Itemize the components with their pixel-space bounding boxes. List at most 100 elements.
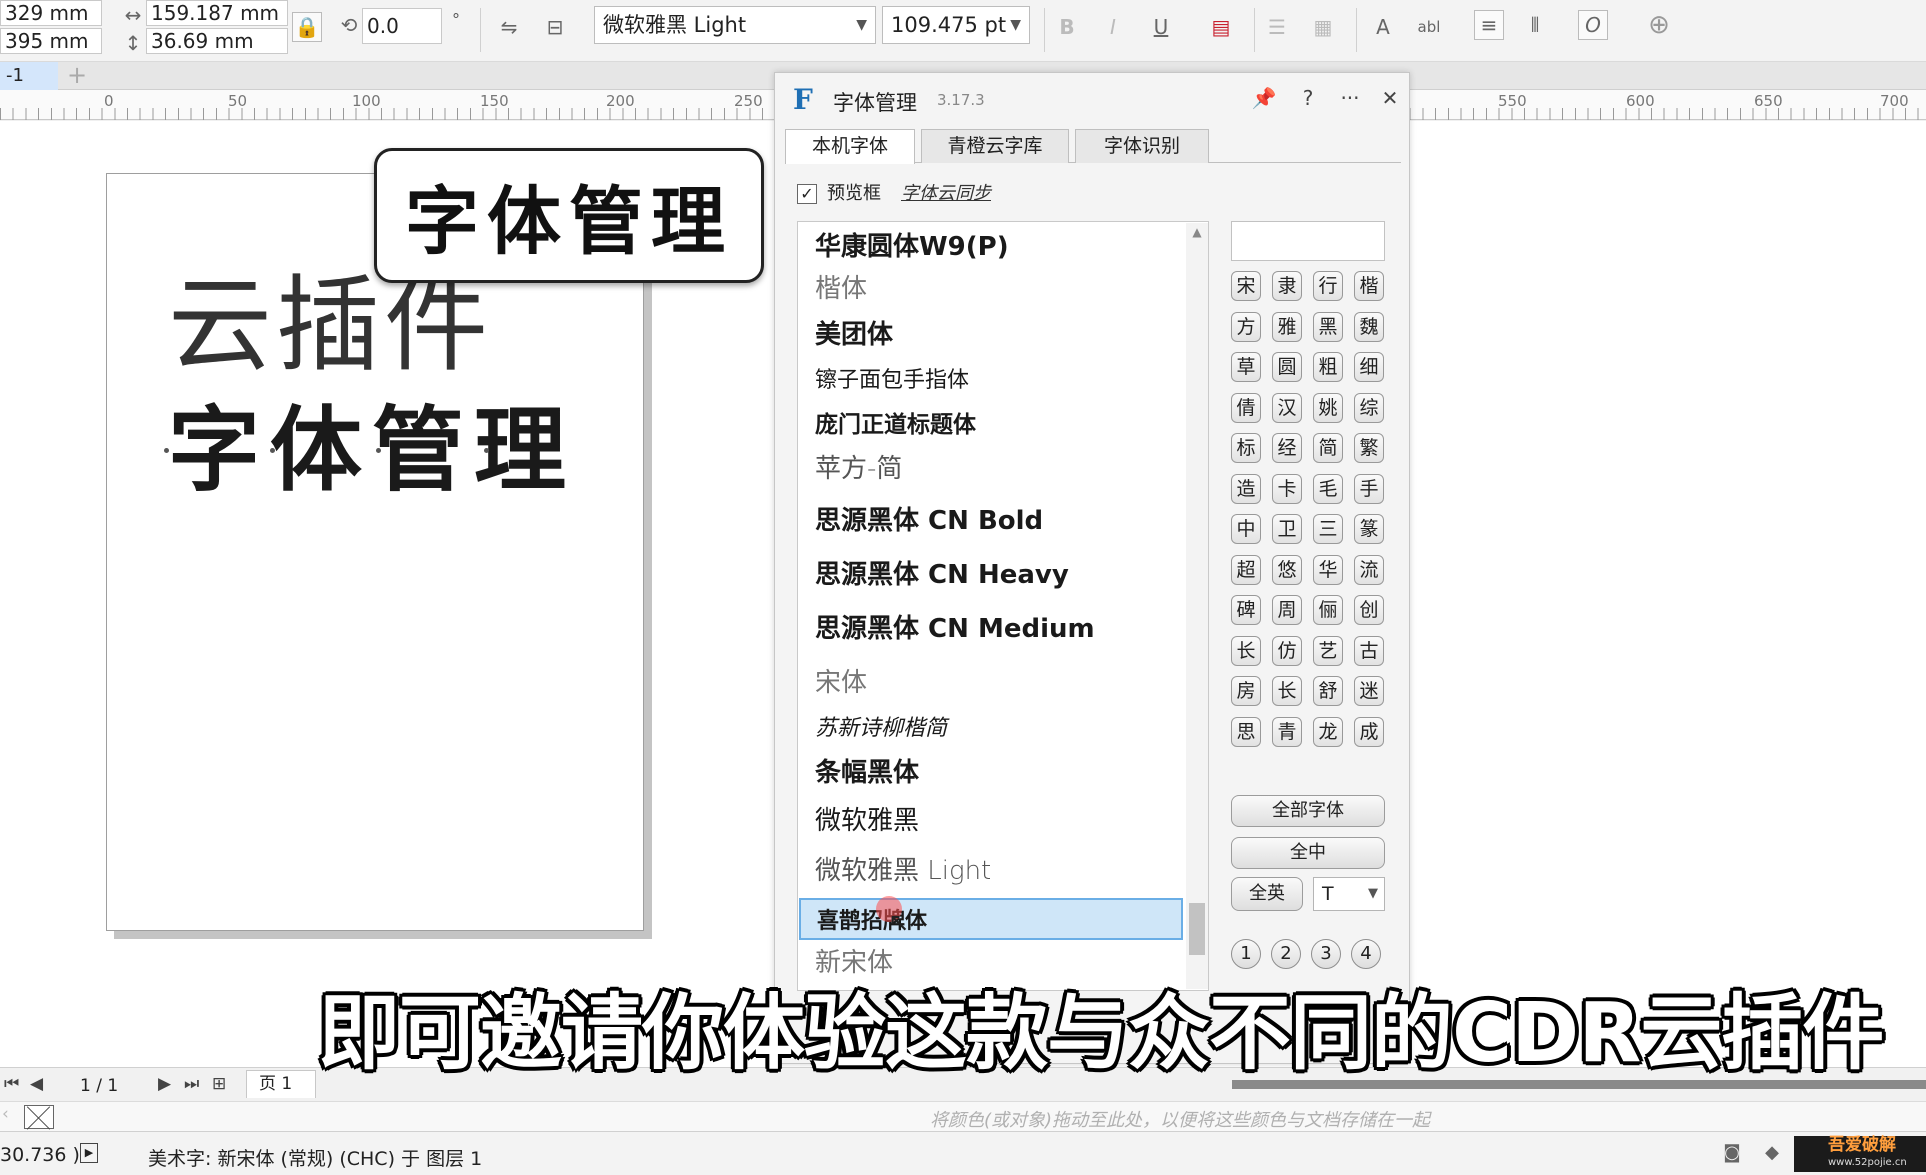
category-button[interactable]: 简 xyxy=(1313,433,1343,463)
category-button[interactable]: 三 xyxy=(1313,514,1343,544)
all-fonts-button[interactable]: 全部字体 xyxy=(1231,795,1385,827)
camera-icon[interactable]: ◙ xyxy=(1720,1142,1744,1166)
category-button[interactable]: 艺 xyxy=(1313,635,1343,666)
category-button[interactable]: 圆 xyxy=(1272,352,1302,382)
text-color-icon[interactable]: ▤ xyxy=(1206,12,1236,42)
category-button[interactable]: 综 xyxy=(1354,392,1384,423)
category-button[interactable]: 成 xyxy=(1354,716,1384,747)
page-3-button[interactable]: 3 xyxy=(1311,939,1341,969)
category-button[interactable]: 青 xyxy=(1272,716,1302,747)
category-button[interactable]: 楷 xyxy=(1354,271,1384,301)
italic-icon[interactable]: I xyxy=(1098,12,1128,42)
page-1-button[interactable]: 1 xyxy=(1231,939,1261,969)
font-search-input[interactable] xyxy=(1231,221,1385,261)
category-button[interactable]: 舒 xyxy=(1313,676,1343,706)
preview-checkbox[interactable]: ✓ xyxy=(797,184,817,204)
font-cloud-sync-link[interactable]: 字体云同步 xyxy=(901,181,991,207)
category-button[interactable]: 房 xyxy=(1231,676,1261,706)
play-icon[interactable]: ▶ xyxy=(80,1143,98,1163)
category-button[interactable]: 篆 xyxy=(1354,514,1384,544)
category-button[interactable]: 魏 xyxy=(1354,311,1384,342)
font-list-scrollbar[interactable]: ▲ xyxy=(1186,223,1208,989)
category-button[interactable]: 碑 xyxy=(1231,595,1261,625)
font-list-item[interactable]: 庞门正道标题体 xyxy=(799,404,1183,446)
category-button[interactable]: 经 xyxy=(1272,433,1302,463)
position-y-field[interactable]: 395 mm xyxy=(0,28,102,54)
close-icon[interactable]: ✕ xyxy=(1375,83,1405,113)
mirror-horizontal-icon[interactable]: ⇋ xyxy=(494,12,524,42)
bold-icon[interactable]: B xyxy=(1052,12,1082,42)
font-list-item[interactable]: 思源黑体 CN Heavy xyxy=(799,554,1183,596)
tab-cloud-library[interactable]: 青橙云字库 xyxy=(921,129,1069,163)
no-color-swatch[interactable] xyxy=(24,1105,54,1129)
category-button[interactable]: 创 xyxy=(1354,595,1384,625)
category-button[interactable]: 龙 xyxy=(1313,716,1343,747)
font-list-item[interactable]: 美团体 xyxy=(799,314,1183,356)
category-button[interactable]: 古 xyxy=(1354,635,1384,666)
pin-icon[interactable]: 📌 xyxy=(1249,83,1279,113)
last-page-icon[interactable]: ⏭ xyxy=(184,1074,199,1094)
interactive-oriented-icon[interactable]: O xyxy=(1578,10,1608,40)
text-properties-icon[interactable]: A xyxy=(1368,12,1398,42)
scrollbar-thumb[interactable] xyxy=(1189,903,1205,955)
font-list-item[interactable]: 镲子面包手指体 xyxy=(799,360,1183,402)
font-list-item[interactable]: 条幅黑体 xyxy=(799,752,1183,794)
page-tab[interactable]: 页 1 xyxy=(246,1070,316,1098)
underline-icon[interactable]: U xyxy=(1146,12,1176,42)
category-button[interactable]: 姚 xyxy=(1313,392,1343,423)
artistic-text-bold[interactable]: 字体管理 xyxy=(168,376,576,509)
text-node-handle[interactable] xyxy=(484,448,489,453)
font-list-item[interactable]: 微软雅黑 xyxy=(799,800,1183,842)
category-button[interactable]: 行 xyxy=(1313,271,1343,301)
category-button[interactable]: 倩 xyxy=(1231,392,1261,423)
category-button[interactable]: 汉 xyxy=(1272,392,1302,423)
tab-font-recognition[interactable]: 字体识别 xyxy=(1075,129,1209,163)
category-button[interactable]: 标 xyxy=(1231,433,1261,463)
category-button[interactable]: 俪 xyxy=(1313,595,1343,625)
category-button[interactable]: 毛 xyxy=(1313,473,1343,504)
category-button[interactable]: 华 xyxy=(1313,554,1343,585)
text-node-handle[interactable] xyxy=(376,448,381,453)
font-list-item[interactable]: 思源黑体 CN Medium xyxy=(799,608,1183,650)
rotation-field[interactable]: 0.0 xyxy=(362,8,442,44)
font-list-item[interactable]: 微软雅黑 Light xyxy=(799,850,1183,892)
chevron-left-icon[interactable]: ‹ xyxy=(2,1104,9,1124)
edit-text-icon[interactable]: abl xyxy=(1414,12,1444,42)
page-4-button[interactable]: 4 xyxy=(1351,939,1381,969)
height-field[interactable]: 36.69 mm xyxy=(146,28,288,54)
more-icon[interactable]: ··· xyxy=(1335,83,1365,113)
category-button[interactable]: 悠 xyxy=(1272,554,1302,585)
previous-page-icon[interactable]: ◀ xyxy=(30,1074,43,1094)
tab-local-fonts[interactable]: 本机字体 xyxy=(785,129,915,164)
category-button[interactable]: 卫 xyxy=(1272,514,1302,544)
horizontal-text-icon[interactable]: ≡ xyxy=(1474,10,1504,40)
type-select[interactable]: T ▼ xyxy=(1313,877,1385,911)
position-x-field[interactable]: 329 mm xyxy=(0,0,102,26)
category-button[interactable]: 长 xyxy=(1272,676,1302,706)
category-button[interactable]: 造 xyxy=(1231,473,1261,504)
category-button[interactable]: 粗 xyxy=(1313,352,1343,382)
drop-cap-icon[interactable]: ▦ xyxy=(1308,12,1338,42)
help-icon[interactable]: ? xyxy=(1293,83,1323,113)
font-list-item[interactable]: 楷体 xyxy=(799,268,1183,310)
category-button[interactable]: 中 xyxy=(1231,514,1261,544)
document-tab[interactable]: -1 xyxy=(0,62,58,90)
category-button[interactable]: 繁 xyxy=(1354,433,1384,463)
font-family-select[interactable]: 微软雅黑 Light ▼ xyxy=(594,6,876,44)
category-button[interactable]: 宋 xyxy=(1231,271,1261,301)
font-list-item[interactable]: 苹方-简 xyxy=(799,448,1183,490)
category-button[interactable]: 思 xyxy=(1231,716,1261,747)
category-button[interactable]: 仿 xyxy=(1272,635,1302,666)
category-button[interactable]: 周 xyxy=(1272,595,1302,625)
page-2-button[interactable]: 2 xyxy=(1271,939,1301,969)
scroll-up-icon[interactable]: ▲ xyxy=(1186,225,1208,245)
add-icon[interactable]: ⊕ xyxy=(1644,10,1674,40)
add-page-icon[interactable]: + xyxy=(64,62,90,90)
width-field[interactable]: 159.187 mm xyxy=(146,0,288,26)
category-button[interactable]: 黑 xyxy=(1313,311,1343,342)
category-button[interactable]: 雅 xyxy=(1272,311,1302,342)
font-list-item[interactable]: 思源黑体 CN Bold xyxy=(799,500,1183,542)
category-button[interactable]: 流 xyxy=(1354,554,1384,585)
first-page-icon[interactable]: ⏮ xyxy=(4,1074,19,1094)
text-node-handle[interactable] xyxy=(164,448,169,453)
